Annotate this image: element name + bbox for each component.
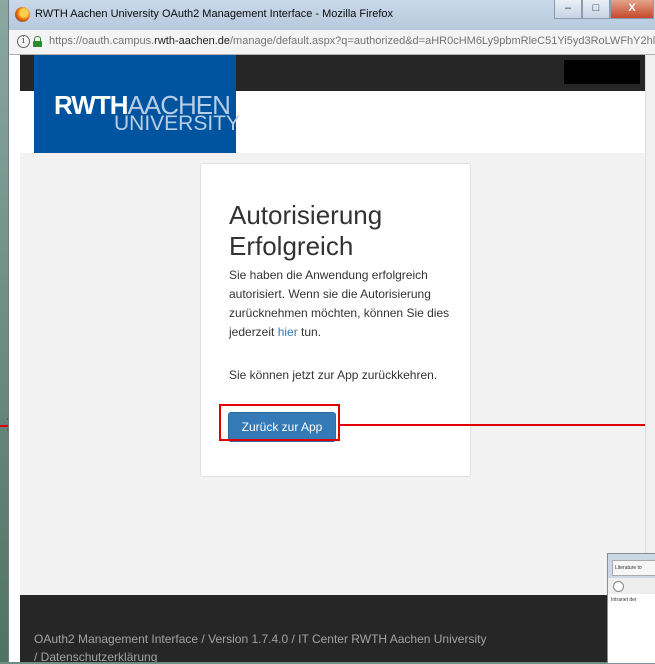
authorization-text: Sie haben die Anwendung erfolgreich auto… <box>229 266 457 342</box>
url-text[interactable]: https://oauth.campus.rwth-aachen.de/mana… <box>49 35 655 47</box>
close-button[interactable]: X <box>610 0 654 19</box>
thumbnail-navbar <box>608 578 655 594</box>
authorization-text-end: tun. <box>297 325 322 339</box>
redacted-block <box>564 60 640 84</box>
url-path: /manage/default.aspx?q=authorized&d=aHR0… <box>230 35 655 47</box>
url-domain: rwth-aachen.de <box>154 35 230 47</box>
thumbnail-text: Intranet der <box>611 597 637 603</box>
rwth-logo[interactable]: RWTHAACHEN UNIVERSITY <box>34 55 240 153</box>
revoke-link[interactable]: hier <box>278 325 298 339</box>
page: RWTHAACHEN UNIVERSITY Autorisierung Erfo… <box>20 55 655 662</box>
privacy-link[interactable]: / Datenschutzerklärung <box>34 650 157 662</box>
page-viewport: RWTHAACHEN UNIVERSITY Autorisierung Erfo… <box>9 55 655 662</box>
logo-university: UNIVERSITY <box>114 112 241 135</box>
annotation-highlight-box <box>219 404 340 441</box>
lock-icon[interactable] <box>33 36 42 47</box>
address-bar[interactable]: i https://oauth.campus.rwth-aachen.de/ma… <box>9 30 655 55</box>
maximize-button[interactable]: □ <box>582 0 610 19</box>
card-title: Autorisierung Erfolgreich <box>229 200 383 261</box>
info-icon[interactable]: i <box>17 35 30 48</box>
url-prefix: https://oauth.campus. <box>49 35 155 47</box>
footer-info: OAuth2 Management Interface / Version 1.… <box>34 632 487 646</box>
window-title: RWTH Aachen University OAuth2 Management… <box>35 8 394 20</box>
window-controls: – □ X <box>554 0 654 20</box>
return-text: Sie können jetzt zur App zurückkehren. <box>229 368 438 382</box>
thumbnail-body: Intranet der <box>608 594 655 663</box>
desktop-background <box>0 0 8 662</box>
authorization-text-body: Sie haben die Anwendung erfolgreich auto… <box>229 268 450 339</box>
main-content: Autorisierung Erfolgreich Sie haben die … <box>20 153 646 595</box>
title-bar[interactable]: RWTH Aachen University OAuth2 Management… <box>9 0 655 30</box>
firefox-icon <box>15 7 30 22</box>
annotation-line <box>340 424 655 426</box>
browser-window: RWTH Aachen University OAuth2 Management… <box>8 0 655 662</box>
back-icon <box>613 581 624 592</box>
thumbnail-window[interactable]: Literature to Intranet der <box>607 553 655 664</box>
minimize-button[interactable]: – <box>554 0 582 19</box>
thumbnail-tab: Literature to <box>612 560 655 576</box>
footer: OAuth2 Management Interface / Version 1.… <box>20 595 646 662</box>
